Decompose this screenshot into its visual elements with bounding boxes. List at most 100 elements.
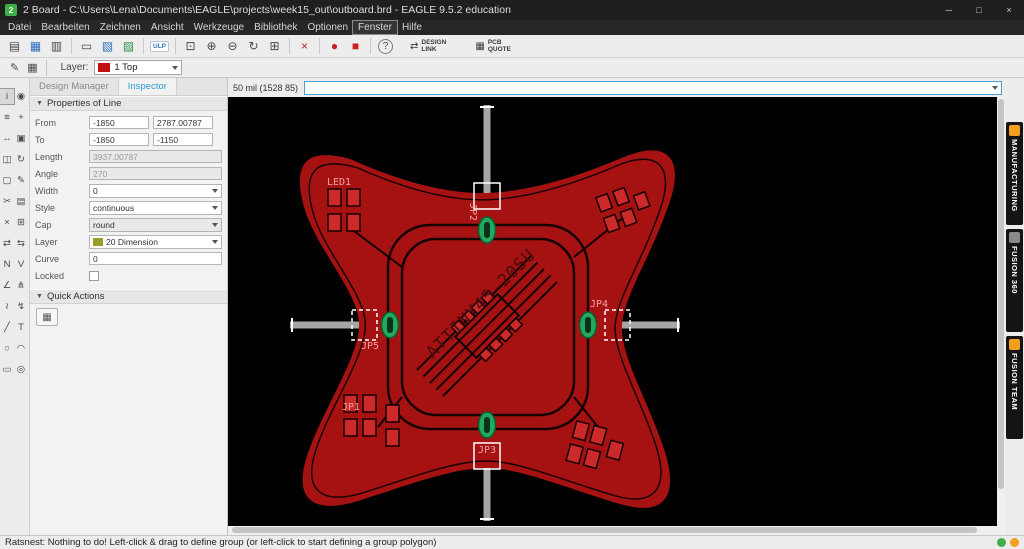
pinswap-tool-icon[interactable]: ⇄ <box>0 236 14 251</box>
delete-tool-icon[interactable]: × <box>0 215 14 230</box>
route-tool-icon[interactable]: ≀ <box>0 299 14 314</box>
menu-item-zeichnen[interactable]: Zeichnen <box>95 21 146 34</box>
replace-tool-icon[interactable]: ⇆ <box>14 236 28 251</box>
group-tool-icon[interactable]: ▢ <box>0 173 14 188</box>
pcb-canvas[interactable]: LED1 JP2 JP4 JP5 JP1 JP3 ATTINY45-20SU <box>228 97 997 526</box>
tab-manufacturing[interactable]: MANUFACTURING <box>1006 122 1023 225</box>
record-icon[interactable]: ● <box>325 37 344 55</box>
properties-section-header[interactable]: ▼ Properties of Line <box>30 96 227 111</box>
menu-item-bibliothek[interactable]: Bibliothek <box>249 21 302 34</box>
wire-tool-icon[interactable]: ╱ <box>0 320 14 335</box>
zoom-select-icon[interactable]: ⊞ <box>265 37 284 55</box>
horizontal-scrollbar-thumb[interactable] <box>232 527 977 533</box>
layer-select[interactable]: 1 Top <box>94 60 183 75</box>
arc-tool-icon[interactable]: ◠ <box>14 341 28 356</box>
display-layers-icon[interactable]: ≡ <box>0 110 14 125</box>
board-label-led1[interactable]: LED1 <box>327 177 351 188</box>
menu-item-werkzeuge[interactable]: Werkzeuge <box>189 21 249 34</box>
vertical-scrollbar-thumb[interactable] <box>998 99 1004 489</box>
name-tool-icon[interactable]: N <box>0 257 14 272</box>
menu-item-ansicht[interactable]: Ansicht <box>146 21 189 34</box>
ulp-icon[interactable]: ULP <box>150 40 169 52</box>
menu-item-optionen[interactable]: Optionen <box>302 21 353 34</box>
monitor-icon[interactable]: ▭ <box>77 37 96 55</box>
curve-input[interactable] <box>89 252 222 265</box>
grid-icon[interactable]: ▦ <box>27 61 37 74</box>
design-link-label: DESIGN LINK <box>421 38 447 53</box>
menu-item-fenster[interactable]: Fenster <box>352 20 398 35</box>
info-tool-icon[interactable]: i <box>0 88 15 105</box>
split-tool-icon[interactable]: ⋔ <box>14 278 28 293</box>
via-tool-icon[interactable]: ◎ <box>14 362 28 377</box>
miter-tool-icon[interactable]: ∠ <box>0 278 14 293</box>
circle-tool-icon[interactable]: ○ <box>0 341 14 356</box>
copy-tool-icon[interactable]: ▣ <box>14 131 28 146</box>
pcb-quote-button[interactable]: ▦ PCB QUOTE <box>471 37 527 56</box>
minimize-button[interactable]: ─ <box>934 0 964 20</box>
tab-inspector[interactable]: Inspector <box>118 78 177 95</box>
close-button[interactable]: × <box>994 0 1024 20</box>
move-tool-icon[interactable]: ↔ <box>0 131 14 146</box>
change-tool-icon[interactable]: ✎ <box>14 173 28 188</box>
inspector-panel: Design Manager Inspector ▼ Properties of… <box>30 78 228 535</box>
menu-item-bearbeiten[interactable]: Bearbeiten <box>36 21 94 34</box>
stop-record-icon[interactable]: ■ <box>346 37 365 55</box>
ripup-tool-icon[interactable]: ↯ <box>14 299 28 314</box>
zoom-in-icon[interactable]: ⊕ <box>202 37 221 55</box>
cut-tool-icon[interactable]: ✂ <box>0 194 14 209</box>
vertical-scrollbar[interactable] <box>997 97 1005 526</box>
stop-command-icon[interactable]: × <box>295 37 314 55</box>
from-x-input[interactable] <box>89 116 149 129</box>
tab-design-manager[interactable]: Design Manager <box>30 78 119 95</box>
print-icon[interactable]: ▥ <box>47 37 66 55</box>
canvas-column: 50 mil (1528 85) LED1 JP2 JP4 JP5 JP1 JP… <box>228 78 1005 535</box>
open-icon[interactable]: ▤ <box>5 37 24 55</box>
quick-actions-section-header[interactable]: ▼ Quick Actions <box>30 289 227 304</box>
board-label-jp1[interactable]: JP1 <box>342 402 360 413</box>
chart2-icon[interactable]: ▨ <box>119 37 138 55</box>
zoom-out-icon[interactable]: ⊖ <box>223 37 242 55</box>
menu-item-datei[interactable]: Datei <box>3 21 36 34</box>
design-link-button[interactable]: ⇄ DESIGN LINK <box>406 37 461 56</box>
layer-field-select[interactable]: 20 Dimension <box>89 234 222 249</box>
quick-action-button[interactable]: ▦ <box>36 308 58 326</box>
draw-settings-icon[interactable]: ✎ <box>10 61 19 74</box>
tab-fusion-team[interactable]: FUSION TEAM <box>1006 336 1023 439</box>
eye-tool-icon[interactable]: ◉ <box>14 89 28 104</box>
maximize-button[interactable]: □ <box>964 0 994 20</box>
pad-jp2[interactable] <box>477 216 497 244</box>
zoom-redraw-icon[interactable]: ↻ <box>244 37 263 55</box>
notification-icon[interactable] <box>1010 538 1019 547</box>
width-select[interactable]: 0 <box>89 183 222 198</box>
save-icon[interactable]: ▦ <box>26 37 45 55</box>
pad-jp5[interactable] <box>380 311 400 339</box>
paste-tool-icon[interactable]: ▤ <box>14 194 28 209</box>
tab-fusion-360[interactable]: FUSION 360 <box>1006 229 1023 332</box>
pad-jp4[interactable] <box>578 311 598 339</box>
menu-item-hilfe[interactable]: Hilfe <box>397 21 427 34</box>
to-x-input[interactable] <box>89 133 149 146</box>
mirror-tool-icon[interactable]: ◫ <box>0 152 14 167</box>
rotate-tool-icon[interactable]: ↻ <box>14 152 28 167</box>
to-y-input[interactable] <box>153 133 213 146</box>
horizontal-scrollbar[interactable] <box>228 526 1005 535</box>
text-tool-icon[interactable]: T <box>14 320 28 335</box>
board-label-jp4[interactable]: JP4 <box>590 299 608 310</box>
from-y-input[interactable] <box>153 116 213 129</box>
command-input[interactable] <box>305 82 992 93</box>
board-label-jp3[interactable]: JP3 <box>478 445 496 456</box>
mark-tool-icon[interactable]: + <box>14 110 28 125</box>
pad-jp3[interactable] <box>477 411 497 439</box>
board-label-jp5[interactable]: JP5 <box>361 341 379 352</box>
locked-checkbox[interactable] <box>89 270 99 281</box>
chevron-down-icon[interactable] <box>992 85 998 90</box>
help-icon[interactable]: ? <box>378 38 393 54</box>
rect-tool-icon[interactable]: ▭ <box>0 362 14 377</box>
zoom-fit-icon[interactable]: ⊡ <box>181 37 200 55</box>
chart-icon[interactable]: ▧ <box>98 37 117 55</box>
value-tool-icon[interactable]: V <box>14 257 28 272</box>
board-label-jp2[interactable]: JP2 <box>467 203 478 221</box>
style-select[interactable]: continuous <box>89 200 222 215</box>
online-status-icon[interactable] <box>997 538 1006 547</box>
add-part-icon[interactable]: ⊞ <box>14 215 28 230</box>
